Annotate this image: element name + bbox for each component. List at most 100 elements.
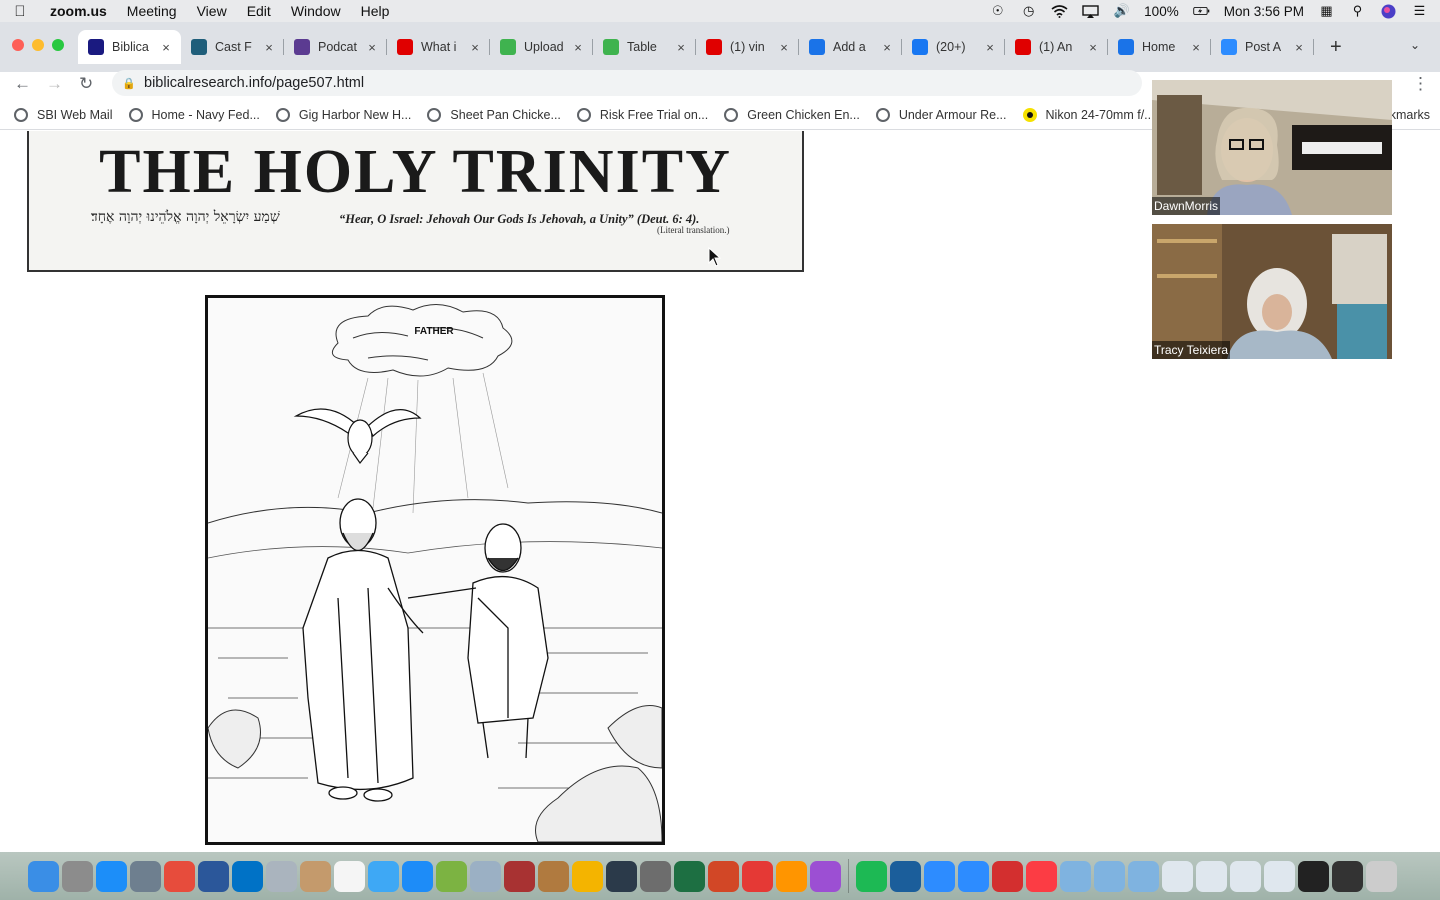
browser-tab[interactable]: Post A × (1211, 30, 1314, 64)
browser-tab[interactable]: (1) An × (1005, 30, 1108, 64)
wifi-icon[interactable] (1051, 4, 1068, 18)
bookmark-item[interactable]: Risk Free Trial on... (576, 107, 708, 122)
word-icon[interactable] (198, 860, 229, 892)
window-icon[interactable] (1196, 860, 1227, 892)
folder-icon[interactable] (1128, 860, 1159, 892)
menu-meeting[interactable]: Meeting (117, 3, 187, 19)
documents-folder-icon[interactable] (1094, 860, 1125, 892)
tab-close-icon[interactable]: × (571, 40, 585, 55)
spotify-icon[interactable] (856, 860, 887, 892)
help-icon[interactable] (266, 860, 297, 892)
calendar-icon[interactable]: ▦ (1318, 3, 1335, 18)
menu-window[interactable]: Window (281, 3, 351, 19)
tab-close-icon[interactable]: × (880, 40, 894, 55)
excel-icon[interactable] (674, 860, 705, 892)
back-icon[interactable]: ← (14, 74, 31, 94)
bookmark-item[interactable]: Under Armour Re... (875, 107, 1007, 122)
system-preferences-icon[interactable] (640, 860, 671, 892)
menu-app-name[interactable]: zoom.us (40, 3, 117, 19)
launchpad-icon[interactable] (62, 860, 93, 892)
photo-booth-icon[interactable] (504, 860, 535, 892)
browser-tab[interactable]: Biblica × (78, 30, 181, 64)
window-icon[interactable] (1162, 860, 1193, 892)
acrobat-icon[interactable] (992, 860, 1023, 892)
browser-tab[interactable]: Podcat × (284, 30, 387, 64)
address-url[interactable]: biblicalresearch.info/page507.html (144, 75, 364, 91)
window-icon[interactable] (1230, 860, 1261, 892)
finder-icon[interactable] (28, 860, 59, 892)
fullscreen-window-button[interactable] (52, 39, 64, 51)
safari-icon[interactable] (402, 860, 433, 892)
menu-help[interactable]: Help (351, 3, 400, 19)
news-icon[interactable] (742, 860, 773, 892)
tab-close-icon[interactable]: × (1292, 40, 1306, 55)
tab-close-icon[interactable]: × (365, 40, 379, 55)
siri-icon[interactable] (1380, 4, 1397, 18)
address-bar[interactable]: 🔒 biblicalresearch.info/page507.html (112, 70, 1142, 96)
menu-clock[interactable]: Mon 3:56 PM (1224, 4, 1304, 19)
time-machine-icon[interactable] (606, 860, 637, 892)
time-machine-icon[interactable]: ◷ (1020, 3, 1037, 18)
contacts-icon[interactable] (300, 860, 331, 892)
mail-icon[interactable] (470, 860, 501, 892)
minimize-window-button[interactable] (32, 39, 44, 51)
powerpoint-icon[interactable] (708, 860, 739, 892)
app-store-icon[interactable] (96, 860, 127, 892)
menu-view[interactable]: View (187, 3, 237, 19)
airplay-icon[interactable] (1082, 4, 1099, 18)
browser-tab[interactable]: (20+) × (902, 30, 1005, 64)
quicktime-icon[interactable] (890, 860, 921, 892)
bookmark-item[interactable]: Home - Navy Fed... (128, 107, 260, 122)
outlook-icon[interactable] (232, 860, 263, 892)
browser-tab[interactable]: (1) vin × (696, 30, 799, 64)
apple-menu-icon[interactable]:  (0, 3, 40, 20)
tab-close-icon[interactable]: × (1189, 40, 1203, 55)
chrome-icon[interactable] (164, 860, 195, 892)
browser-tab[interactable]: Home × (1108, 30, 1211, 64)
lock-icon[interactable]: 🔒 (122, 77, 136, 90)
preview-icon[interactable] (130, 860, 161, 892)
browser-tab[interactable]: Upload × (490, 30, 593, 64)
tab-close-icon[interactable]: × (159, 40, 173, 55)
bookmark-item[interactable]: SBI Web Mail (14, 107, 113, 122)
close-window-button[interactable] (12, 39, 24, 51)
menu-edit[interactable]: Edit (237, 3, 281, 19)
downloads-folder-icon[interactable] (1060, 860, 1091, 892)
tab-close-icon[interactable]: × (983, 40, 997, 55)
volume-icon[interactable]: 🔊 (1113, 3, 1130, 18)
photos-icon[interactable] (572, 860, 603, 892)
books-icon[interactable] (538, 860, 569, 892)
tab-close-icon[interactable]: × (468, 40, 482, 55)
bookmark-item[interactable]: Green Chicken En... (724, 107, 860, 122)
forward-icon[interactable]: → (46, 74, 63, 94)
canva-icon[interactable] (924, 860, 955, 892)
browser-tab[interactable]: Table × (593, 30, 696, 64)
accessibility-icon[interactable]: ☉ (989, 3, 1006, 18)
bookmark-item[interactable]: Nikon 24-70mm f/... (1022, 107, 1155, 122)
calendar-icon[interactable] (334, 860, 365, 892)
reload-icon[interactable]: ↻ (79, 74, 93, 94)
podcasts-icon[interactable] (810, 860, 841, 892)
notification-center-icon[interactable]: ☰ (1411, 3, 1428, 18)
tab-search-icon[interactable]: ⌄ (1410, 38, 1420, 52)
new-tab-button[interactable]: + (1330, 36, 1342, 59)
tab-close-icon[interactable]: × (777, 40, 791, 55)
battery-icon[interactable] (1192, 4, 1210, 18)
maps-icon[interactable] (436, 860, 467, 892)
browser-tab[interactable]: Add a × (799, 30, 902, 64)
terminal-icon[interactable] (1298, 860, 1329, 892)
messages-icon[interactable] (368, 860, 399, 892)
tab-close-icon[interactable]: × (674, 40, 688, 55)
bookmark-item[interactable]: Gig Harbor New H... (275, 107, 411, 122)
tab-close-icon[interactable]: × (1086, 40, 1100, 55)
browser-tab[interactable]: What i × (387, 30, 490, 64)
window-icon[interactable] (1264, 860, 1295, 892)
browser-menu-icon[interactable]: ⋮ (1412, 74, 1429, 94)
window-icon[interactable] (1332, 860, 1363, 892)
trash-icon[interactable] (1366, 860, 1397, 892)
zoom-icon[interactable] (958, 860, 989, 892)
ibooks-icon[interactable] (776, 860, 807, 892)
participant-video-tracy[interactable]: Tracy Teixiera (1152, 224, 1392, 359)
music-icon[interactable] (1026, 860, 1057, 892)
tab-close-icon[interactable]: × (262, 40, 276, 55)
